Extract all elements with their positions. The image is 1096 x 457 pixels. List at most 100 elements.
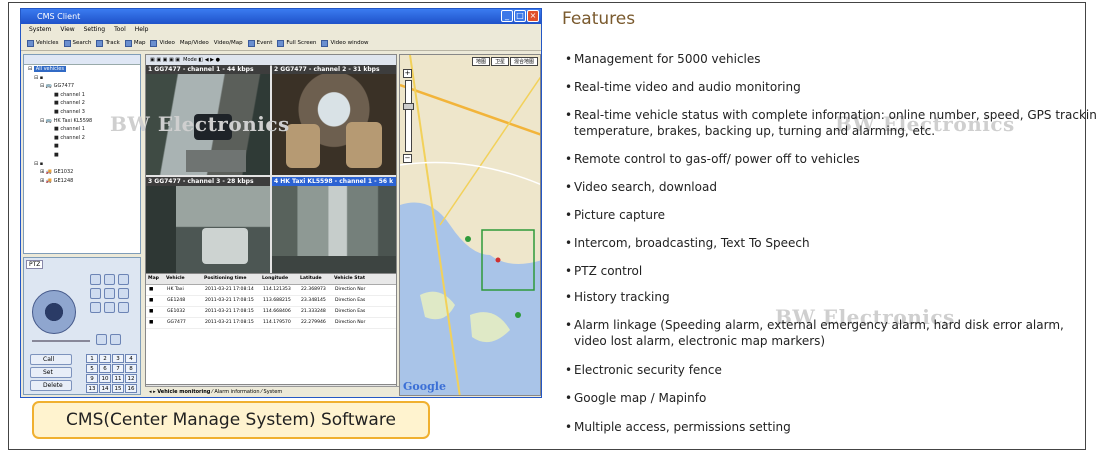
map-type-hybrid-button[interactable]: 混合地图 [509, 57, 538, 66]
toolbar-videowindow-button[interactable]: Video window [321, 39, 369, 47]
ptz-speed-slider[interactable] [32, 340, 90, 342]
map-checkbox[interactable]: ■ [146, 318, 167, 328]
zoom-in-icon[interactable]: + [403, 69, 412, 78]
window-titlebar: CMS Client _ □ × [21, 9, 541, 24]
menu-system[interactable]: System [29, 24, 51, 36]
table-cell: 2011-03-21 17:08:15 [205, 298, 254, 303]
ptz-preset-icon[interactable] [104, 302, 115, 313]
preset-button[interactable]: 3 [112, 354, 124, 363]
preset-button[interactable]: 9 [86, 374, 98, 383]
event-icon [247, 39, 255, 47]
video-mode-label[interactable]: Mode [183, 57, 197, 63]
video-channel-2[interactable]: 2 GG7477 - channel 2 - 31 kbps [272, 65, 396, 175]
ptz-set-button[interactable]: Set [30, 367, 72, 378]
map-panel[interactable]: 地图 卫星 混合地图 + − Google [399, 54, 541, 396]
toolbar-video-button[interactable]: Video [150, 39, 175, 47]
toolbar-mapvideo-button[interactable]: Map/Video [180, 40, 209, 46]
toolbar-search-button[interactable]: Search [63, 39, 91, 47]
preset-button[interactable]: 5 [86, 364, 98, 373]
toolbar-videomap-button[interactable]: Video/Map [214, 40, 243, 46]
toolbar-event-button[interactable]: Event [247, 39, 272, 47]
menu-view[interactable]: View [60, 24, 74, 36]
toolbar-vehicles-button[interactable]: Vehicles [27, 39, 59, 47]
ptz-auto-icon[interactable] [90, 302, 101, 313]
menu-setting[interactable]: Setting [84, 24, 105, 36]
close-icon[interactable]: × [527, 10, 539, 22]
table-row[interactable]: ■ GE1032 2011-03-21 17:08:15 114.668406 … [146, 307, 396, 318]
ptz-zoom-in-icon[interactable] [90, 274, 101, 285]
zoom-out-icon[interactable]: − [403, 154, 412, 163]
tree-node[interactable]: ■ [24, 151, 140, 160]
toolbar-map-button[interactable]: Map [124, 39, 145, 47]
table-row[interactable]: ■ GG7477 2011-03-21 17:08:15 114.179570 … [146, 318, 396, 329]
tree-node[interactable]: ⊟ ▪ [24, 74, 140, 83]
tab-vehicle-monitoring[interactable]: Vehicle monitoring [157, 389, 210, 395]
table-row[interactable]: ■ HK Taxi 2011-03-21 17:08:14 114.121353… [146, 285, 396, 296]
video-channel-4[interactable]: 4 HK Taxi KL5598 - channel 1 - 56 k [272, 177, 396, 287]
tree-node[interactable]: ⊟ ▪ [24, 160, 140, 169]
ptz-panel: PTZ Call Set Delete 1 2 3 4 5 6 7 8 9 10… [23, 257, 141, 395]
maximize-icon[interactable]: □ [514, 10, 526, 22]
map-type-satellite-button[interactable]: 卫星 [490, 57, 509, 66]
features-title: Features [562, 9, 636, 29]
ptz-lock-icon[interactable] [96, 334, 107, 345]
table-cell: HK Taxi [167, 287, 184, 292]
menu-help[interactable]: Help [135, 24, 149, 36]
bullet-icon: • [565, 208, 573, 222]
ptz-call-button[interactable]: Call [30, 354, 72, 365]
bullet-icon: • [565, 236, 573, 250]
preset-button[interactable]: 2 [99, 354, 111, 363]
table-row[interactable]: ■ GE1248 2011-03-21 17:08:15 113.688215 … [146, 296, 396, 307]
preset-button[interactable]: 11 [112, 374, 124, 383]
tree-node[interactable]: ■ [24, 142, 140, 151]
map-checkbox[interactable]: ■ [146, 285, 167, 295]
tree-node[interactable]: ⊟ All vehicles [24, 65, 140, 74]
ptz-focus-icon[interactable] [118, 274, 129, 285]
ptz-joystick[interactable] [32, 290, 76, 334]
bullet-icon: • [565, 264, 573, 278]
tree-node-label: GG7477 [53, 83, 75, 90]
ptz-iris-icon[interactable] [90, 288, 101, 299]
ptz-light-icon[interactable] [104, 288, 115, 299]
preset-button[interactable]: 8 [125, 364, 137, 373]
video-channel-3[interactable]: 3 GG7477 - channel 3 - 28 kbps [146, 177, 270, 287]
toolbar-label: Track [105, 40, 120, 46]
tree-node[interactable]: ⊟ 🚌 GG7477 [24, 82, 140, 91]
preset-button[interactable]: 16 [125, 384, 137, 393]
preset-button[interactable]: 12 [125, 374, 137, 383]
table-cell: Direction Nor [335, 320, 366, 325]
preset-button[interactable]: 14 [99, 384, 111, 393]
tab-alarm-information[interactable]: Alarm information [214, 389, 259, 395]
feature-item: • Picture capture [565, 208, 665, 223]
zoom-slider-knob[interactable] [403, 103, 414, 110]
toolbar-track-button[interactable]: Track [96, 39, 120, 47]
minimize-icon[interactable]: _ [501, 10, 513, 22]
ptz-delete-button[interactable]: Delete [30, 380, 72, 391]
preset-button[interactable]: 4 [125, 354, 137, 363]
feature-item: • Management for 5000 vehicles [565, 52, 761, 67]
ptz-refresh-icon[interactable] [110, 334, 121, 345]
map-type-map-button[interactable]: 地图 [471, 57, 490, 66]
toolbar-label: Vehicles [36, 40, 59, 46]
zoom-slider[interactable] [403, 80, 414, 152]
preset-button[interactable]: 13 [86, 384, 98, 393]
tree-node[interactable]: ⊞ 🚚 GE1032 [24, 168, 140, 177]
feature-item: • Video search, download [565, 180, 717, 195]
ptz-wiper-icon[interactable] [118, 288, 129, 299]
tree-node[interactable]: ⊞ 🚚 GE1248 [24, 177, 140, 186]
tree-node[interactable]: ■ channel 2 [24, 99, 140, 108]
preset-button[interactable]: 15 [112, 384, 124, 393]
ptz-cruise-icon[interactable] [118, 302, 129, 313]
preset-button[interactable]: 1 [86, 354, 98, 363]
preset-button[interactable]: 6 [99, 364, 111, 373]
map-checkbox[interactable]: ■ [146, 307, 167, 317]
track-icon [96, 39, 104, 47]
preset-button[interactable]: 7 [112, 364, 124, 373]
map-checkbox[interactable]: ■ [146, 296, 167, 306]
ptz-zoom-out-icon[interactable] [104, 274, 115, 285]
toolbar-fullscreen-button[interactable]: Full Screen [277, 39, 316, 47]
menu-tool[interactable]: Tool [114, 24, 126, 36]
preset-button[interactable]: 10 [99, 374, 111, 383]
tab-system[interactable]: System [264, 389, 283, 395]
tree-node[interactable]: ■ channel 1 [24, 91, 140, 100]
